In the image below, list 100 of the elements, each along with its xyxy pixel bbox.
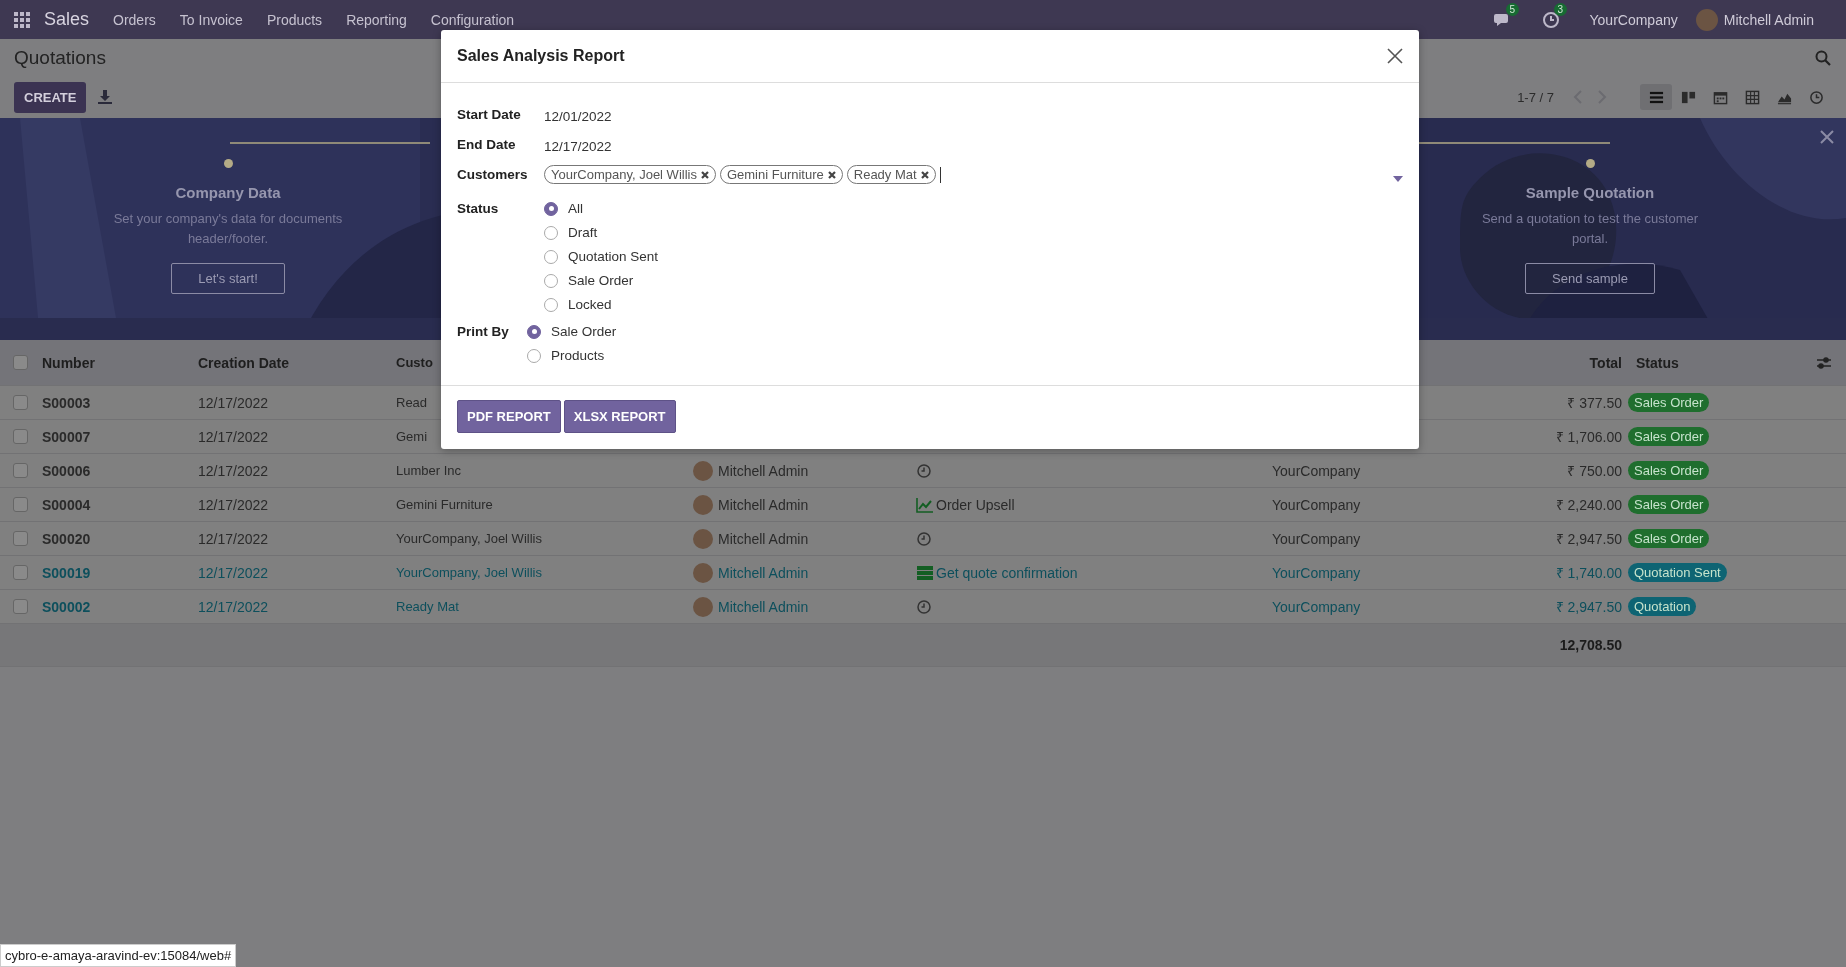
settings-icon[interactable] [1816, 354, 1832, 371]
calendar-icon[interactable] [1712, 89, 1728, 105]
row-checkbox[interactable] [13, 463, 28, 478]
menu-item[interactable]: Configuration [430, 11, 515, 28]
chart-icon[interactable] [916, 496, 934, 513]
clock-icon[interactable] [916, 530, 934, 547]
status-option[interactable]: All [544, 201, 659, 216]
table-cell: Mitchell Admin [718, 530, 809, 547]
table-cell-text: YourCompany [1271, 598, 1362, 615]
status-badge: Sales Order [1628, 495, 1710, 514]
clock-icon[interactable] [1808, 89, 1824, 105]
menu-item[interactable]: Orders [113, 11, 156, 28]
select-all-checkbox[interactable] [13, 355, 28, 370]
step-button[interactable]: Send sample [1525, 263, 1655, 294]
table-cell-text: YourCompany [1271, 462, 1362, 479]
table-cell-text: S00020 [41, 530, 92, 547]
status-badge: Sales Order [1628, 461, 1710, 480]
table-cell-text: 12/17/2022 [197, 428, 270, 445]
step-dot [1585, 159, 1595, 168]
radio-button[interactable] [544, 225, 558, 240]
radio-button[interactable] [544, 297, 558, 312]
status-badge: Sales Order [1628, 393, 1710, 412]
date-field[interactable]: 12/17/2022 [544, 133, 612, 154]
avatar-icon [693, 596, 713, 617]
row-checkbox[interactable] [13, 395, 28, 410]
clock-icon[interactable] [1541, 10, 1560, 29]
table-cell-text: YourCompany [1271, 530, 1362, 547]
avatar-icon [693, 494, 713, 515]
column-header[interactable]: Total [1433, 354, 1628, 371]
avatar-icon [693, 528, 713, 549]
clock-icon[interactable] [916, 598, 934, 615]
clock-icon[interactable] [916, 462, 934, 479]
avatar-icon [693, 562, 713, 583]
column-header[interactable]: Number [34, 354, 190, 371]
search-icon[interactable] [1814, 49, 1832, 67]
remove-icon[interactable] [920, 170, 929, 179]
row-checkbox[interactable] [13, 429, 28, 444]
table-cell: Mitchell Admin [718, 496, 809, 513]
radio-button[interactable] [527, 348, 541, 363]
row-checkbox[interactable] [13, 565, 28, 580]
table-cell-text: 12/17/2022 [197, 496, 270, 513]
total-sum: 12,708.50 [1558, 637, 1623, 653]
table-cell-text: 12/17/2022 [197, 530, 270, 547]
radio-button[interactable] [544, 249, 558, 264]
pager-value[interactable]: 1-7 / 7 [1517, 89, 1554, 105]
page-title: Quotations [14, 47, 106, 69]
list-icon[interactable] [916, 564, 934, 581]
close-icon[interactable] [1387, 48, 1403, 64]
table-cell: Mitchell Admin [718, 598, 809, 615]
column-header[interactable]: Creation Date [190, 354, 396, 371]
status-badge: Quotation Sent [1628, 563, 1727, 582]
status-option[interactable]: Quotation Sent [544, 249, 659, 264]
radio-button[interactable] [544, 201, 558, 216]
row-checkbox[interactable] [13, 599, 28, 614]
field-label: Status [457, 200, 500, 216]
table-cell-text: YourCompany [1271, 564, 1362, 581]
list-view-button[interactable] [1640, 84, 1672, 110]
remove-icon[interactable] [827, 170, 836, 179]
report-button[interactable]: PDF REPORT [457, 400, 561, 433]
table-cell-text: 12/17/2022 [197, 564, 270, 581]
user-menu[interactable]: Mitchell Admin [1723, 11, 1814, 28]
company-switcher[interactable]: YourCompany [1589, 11, 1678, 28]
field-label: Customers [457, 166, 529, 182]
list-icon[interactable] [1648, 89, 1664, 105]
step-button[interactable]: Let's start! [171, 263, 285, 294]
status-option[interactable]: Sale Order [544, 273, 659, 288]
table-cell-text: ₹ 2,947.50 [1554, 598, 1623, 616]
step-title: Sample Quotation [1525, 184, 1655, 201]
step-description: Set your company's data for documents header/footer. [112, 210, 344, 248]
status-option[interactable]: Draft [544, 225, 659, 240]
table-cell-text: S00004 [41, 496, 92, 513]
status-option[interactable]: Locked [544, 297, 659, 312]
create-button[interactable]: CREATE [14, 81, 87, 113]
row-checkbox[interactable] [13, 497, 28, 512]
print-by-option[interactable]: Products [527, 348, 617, 363]
app-name[interactable]: Sales [44, 9, 90, 30]
remove-icon[interactable] [700, 170, 709, 179]
column-header[interactable]: Status [1628, 354, 1782, 371]
columns-icon[interactable] [1680, 89, 1696, 105]
menu-item[interactable]: To Invoice [179, 11, 243, 28]
caret-icon[interactable] [1393, 175, 1403, 182]
row-checkbox[interactable] [13, 531, 28, 546]
table-cell-text: 12/17/2022 [197, 394, 270, 411]
radio-button[interactable] [527, 324, 541, 339]
grid-icon[interactable] [1744, 89, 1760, 105]
radio-button[interactable] [544, 273, 558, 288]
download-icon[interactable] [98, 90, 113, 104]
report-button[interactable]: XLSX REPORT [563, 400, 676, 433]
field-label: Start Date [457, 106, 522, 122]
avatar-icon [693, 460, 713, 481]
table-cell: Gemi [396, 429, 428, 444]
menu-item[interactable]: Products [266, 11, 323, 28]
print-by-option[interactable]: Sale Order [527, 324, 617, 339]
activity-summary: Order Upsell [936, 496, 1015, 513]
apps-icon[interactable] [14, 11, 30, 28]
close-icon[interactable] [1820, 130, 1834, 144]
date-field[interactable]: 12/01/2022 [544, 103, 612, 124]
column-header[interactable]: Custo [396, 355, 433, 370]
menu-item[interactable]: Reporting [346, 11, 407, 28]
table-cell: Read [396, 395, 428, 410]
